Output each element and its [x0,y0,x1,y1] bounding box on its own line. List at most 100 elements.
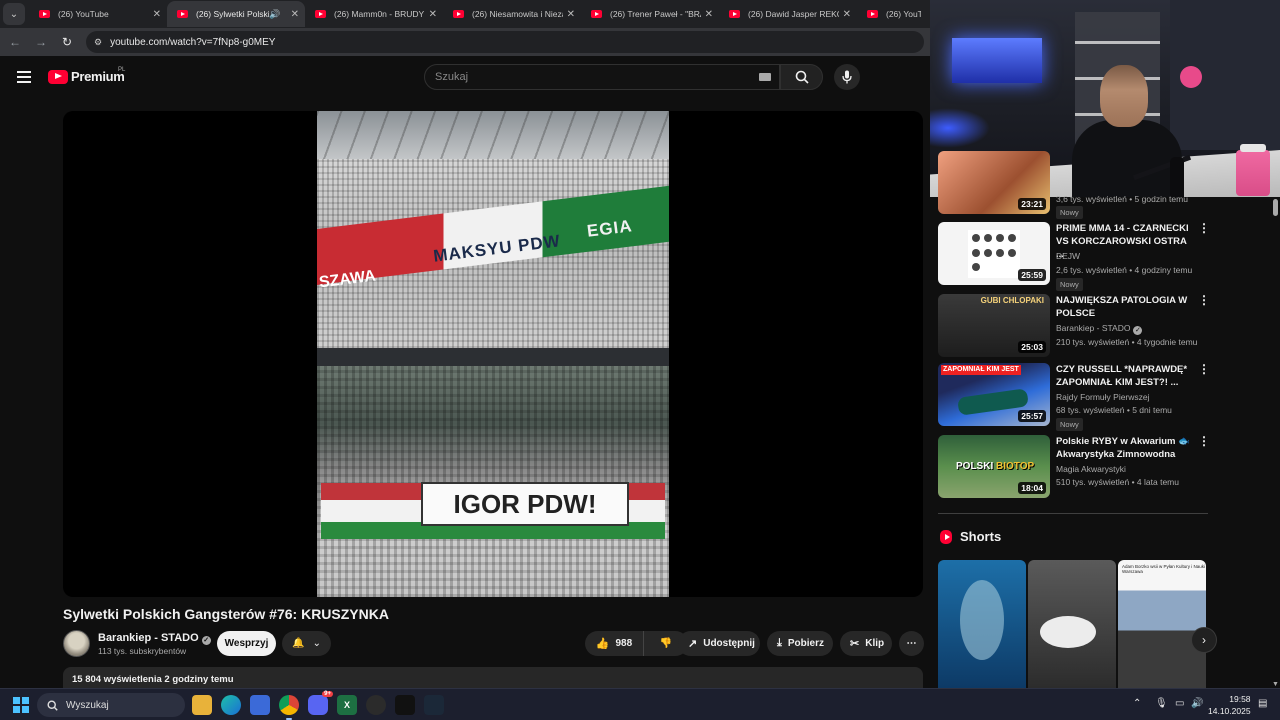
youtube-favicon-icon [453,10,464,18]
network-icon[interactable]: ▭ [1175,698,1184,709]
short-thumbnail[interactable]: Adam Borzko wsii w Pyłan Kultury i Nauki… [1118,560,1206,688]
close-icon[interactable]: ✕ [153,9,161,20]
back-arrow-icon[interactable]: ← [4,35,26,49]
short-thumbnail[interactable] [938,560,1026,688]
close-icon[interactable]: ✕ [291,9,299,20]
site-info-icon[interactable]: ⚙ [94,37,102,48]
address-bar[interactable]: ⚙ youtube.com/watch?v=7fNp8-g0MEY [86,31,924,53]
search-input[interactable] [435,71,745,83]
video-thumbnail[interactable]: ZAPOMNIAŁ KIM JEST 25:57 [938,363,1050,426]
browser-tab[interactable]: (26) YouTube [857,1,927,27]
microsoft-store-icon[interactable] [250,695,270,715]
speaker-icon[interactable]: 🔊 [269,9,280,20]
excel-icon[interactable]: X [337,695,357,715]
volume-icon[interactable]: 🔊 [1191,698,1203,709]
chrome-icon[interactable] [279,695,299,720]
browser-tab[interactable]: (26) Dawid Jasper REKORD ✕ [719,1,857,27]
more-actions-button[interactable]: ⋯ [899,631,924,656]
menu-icon[interactable] [17,71,31,83]
video-thumbnail[interactable]: POLSKI BIOTOP 18:04 [938,435,1050,498]
more-vert-icon[interactable]: ⋮ [1198,363,1210,375]
channel-name[interactable]: Magia Akwarystyki [1056,464,1126,474]
thumbnail-faces-grid [968,230,1020,278]
reload-icon[interactable]: ↻ [56,35,78,49]
channel-name[interactable]: DEJW [1056,251,1080,261]
channel-name[interactable]: Rajdy Formuły Pierwszej [1056,392,1150,402]
country-code: PL [118,67,126,73]
notification-badge: 9+ [322,691,333,697]
recommendation-item[interactable]: GUBI CHLOPAKI 25:03 NAJWIĘKSZA PATOLOGIA… [938,294,1210,358]
close-icon[interactable]: ✕ [429,9,437,20]
video-frame-divider [317,348,669,366]
browser-tab-active[interactable]: (26) Sylwetki Polskich 🔊 ✕ [167,1,305,27]
recommendation-item[interactable]: ZAPOMNIAŁ KIM JEST 25:57 CZY RUSSELL *NA… [938,363,1210,431]
download-icon: ⤓ [777,637,782,649]
search-button[interactable] [780,64,823,90]
short-thumbnail[interactable] [1028,560,1116,688]
file-explorer-icon[interactable] [192,695,212,715]
channel-name[interactable]: Barankiep - STADO ✓ [98,632,211,645]
channel-avatar[interactable] [63,630,90,657]
taskbar-search[interactable]: Wyszukaj [37,693,185,717]
scrollbar[interactable]: ▼ [1270,197,1280,688]
youtube-premium-logo[interactable]: Premium PL [48,67,126,84]
notifications-icon[interactable]: ▤ [1258,698,1267,709]
close-icon[interactable]: ✕ [705,9,713,20]
tab-title: (26) YouTube [886,9,921,19]
browser-tab[interactable]: (26) YouTube ✕ [29,1,167,27]
video-duration: 25:59 [1018,269,1046,281]
new-badge: Nowy [1056,278,1083,291]
shorts-title: Shorts [960,529,1002,544]
windows-start-icon[interactable] [13,697,29,713]
recommendation-item[interactable]: 25:59 PRIME MMA 14 - CZARNECKI VS KORCZA… [938,222,1210,291]
channel-name[interactable]: Barankiep - STADO ✓ [1056,323,1143,335]
voice-search-button[interactable] [834,64,860,90]
support-button[interactable]: Wesprzyj [217,631,276,656]
download-button[interactable]: ⤓ Pobierz [767,631,833,656]
view-count-and-date: 15 804 wyświetlenia 2 godziny temu [72,674,234,685]
scissors-icon: ✂ [850,638,860,650]
youtube-favicon-icon [39,10,50,18]
video-meta: 210 tys. wyświetleń • 4 tygodnie temu [1056,337,1198,347]
app-icon[interactable] [395,695,415,715]
video-thumbnail[interactable]: 25:59 [938,222,1050,285]
bell-icon: 🔔 [292,638,305,649]
scrollbar-thumb[interactable] [1273,199,1278,216]
video-thumbnail[interactable]: GUBI CHLOPAKI 25:03 [938,294,1050,357]
more-vert-icon[interactable]: ⋮ [1198,435,1210,447]
obs-icon[interactable] [366,695,386,715]
recommendation-item[interactable]: 23:21 3,6 tys. wyświetleń • 5 godzin tem… [938,151,1208,219]
close-icon[interactable]: ✕ [567,9,575,20]
steam-icon[interactable] [424,695,444,715]
video-meta: 2,6 tys. wyświetleń • 4 godziny temu [1056,265,1193,275]
discord-icon[interactable]: 9+ [308,691,333,715]
forward-arrow-icon[interactable]: → [30,35,52,49]
chevron-right-icon[interactable]: › [1191,627,1217,653]
like-button[interactable]: 👍 988 [585,631,644,656]
scroll-down-arrow-icon[interactable]: ▼ [1272,681,1279,688]
microphone-icon[interactable]: 🎙 [1155,698,1168,709]
close-icon[interactable]: ✕ [843,9,851,20]
recommendation-item[interactable]: POLSKI BIOTOP 18:04 Polskie RYBY w Akwar… [938,435,1210,499]
thumbnail-text-1: POLSKI [956,461,994,472]
video-meta: 68 tys. wyświetleń • 5 dni temu [1056,405,1172,415]
edge-icon[interactable] [221,695,241,715]
clip-button[interactable]: ✂ Klip [840,631,892,656]
tab-search-button[interactable]: ⌄ [3,3,25,25]
youtube-favicon-icon [177,10,188,18]
share-button[interactable]: ↗ Udostępnij [678,631,760,656]
video-title[interactable]: Polskie RYBY w Akwarium 🐟 Akwarystyka Zi… [1056,435,1190,461]
chevron-up-icon[interactable]: ⌃ [1133,698,1141,709]
browser-tab[interactable]: (26) Mamm0n - BRUDY N ✕ [305,1,443,27]
more-vert-icon[interactable]: ⋮ [1198,294,1210,306]
video-title[interactable]: CZY RUSSELL *NAPRAWDĘ* ZAPOMNIAŁ KIM JES… [1056,363,1190,389]
video-title[interactable]: NAJWIĘKSZA PATOLOGIA W POLSCE [1056,294,1190,320]
browser-tab[interactable]: (26) Niesamowita i Niezap ✕ [443,1,581,27]
more-vert-icon[interactable]: ⋮ [1198,222,1210,234]
browser-tab[interactable]: (26) Trener Paweł - "BRAM ✕ [581,1,719,27]
clock[interactable]: 19:58 14.10.2025 [1208,693,1251,717]
video-thumbnail[interactable]: 23:21 [938,151,1050,214]
keyboard-icon[interactable] [759,73,771,81]
video-player[interactable]: MAKSYU PDW EGIA SZAWA IGOR PDW! [63,111,923,597]
notifications-button[interactable]: 🔔 ⌄ [282,631,331,656]
